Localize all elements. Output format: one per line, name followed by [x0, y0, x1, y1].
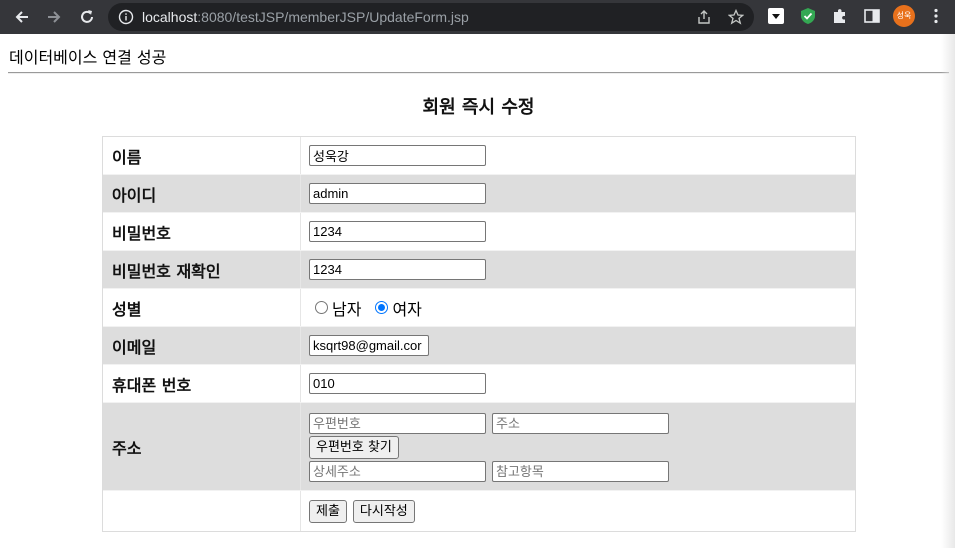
divider	[8, 72, 949, 74]
postcode-input[interactable]	[309, 412, 486, 434]
db-connection-status: 데이터베이스 연결 성공	[9, 48, 167, 67]
site-info-icon[interactable]	[118, 9, 134, 25]
id-input[interactable]	[309, 183, 486, 204]
kebab-menu-icon[interactable]	[927, 7, 945, 25]
gender-radio-group: 남자 여자	[309, 296, 430, 320]
share-icon[interactable]	[696, 9, 712, 25]
address-bar[interactable]: localhost:8080/testJSP/memberJSP/UpdateF…	[108, 3, 754, 31]
gender-male-label[interactable]: 남자	[332, 296, 361, 320]
name-input[interactable]	[309, 145, 486, 166]
bookmark-star-icon[interactable]	[728, 9, 744, 25]
row-name: 이름	[103, 137, 855, 175]
gender-female-radio[interactable]	[375, 301, 389, 314]
detail-address-input[interactable]	[309, 460, 486, 482]
gender-label: 성별	[103, 289, 301, 326]
password-confirm-input[interactable]	[309, 259, 486, 280]
row-phone: 휴대폰 번호	[103, 365, 855, 403]
address-fields: 우편번호 찾기	[309, 403, 669, 491]
back-icon[interactable]	[12, 7, 32, 27]
extension-download-icon[interactable]	[767, 7, 785, 25]
extra-address-input[interactable]	[492, 460, 669, 482]
reload-icon[interactable]	[77, 7, 97, 27]
gender-female-label[interactable]: 여자	[392, 296, 421, 320]
id-label: 아이디	[103, 175, 301, 212]
browser-toolbar: localhost:8080/testJSP/memberJSP/UpdateF…	[0, 0, 955, 34]
extension-shield-icon[interactable]	[799, 7, 817, 25]
password-label: 비밀번호	[103, 213, 301, 250]
row-password: 비밀번호	[103, 213, 855, 251]
member-update-form: 이름 아이디 비밀번호 비밀번호 재확인 성별 남자 여자	[102, 136, 856, 532]
row-actions: 제출 다시작성	[103, 491, 855, 531]
side-panel-icon[interactable]	[863, 7, 881, 25]
phone-label: 휴대폰 번호	[103, 365, 301, 402]
email-input[interactable]	[309, 335, 429, 356]
profile-avatar[interactable]: 성욱	[893, 5, 915, 27]
row-id: 아이디	[103, 175, 855, 213]
gender-male-radio[interactable]	[315, 301, 328, 314]
row-gender: 성별 남자 여자	[103, 289, 855, 327]
extensions-puzzle-icon[interactable]	[831, 7, 849, 25]
submit-button[interactable]: 제출	[309, 499, 347, 523]
password-confirm-label: 비밀번호 재확인	[103, 251, 301, 288]
row-password-confirm: 비밀번호 재확인	[103, 251, 855, 289]
phone-input[interactable]	[309, 373, 486, 394]
name-label: 이름	[103, 137, 301, 174]
email-label: 이메일	[103, 327, 301, 364]
actions-label-cell	[103, 491, 301, 531]
url-text: localhost:8080/testJSP/memberJSP/UpdateF…	[142, 9, 469, 25]
page-title: 회원 즉시 수정	[422, 97, 535, 118]
row-email: 이메일	[103, 327, 855, 365]
address-label: 주소	[103, 403, 301, 490]
forward-icon[interactable]	[44, 7, 64, 27]
row-address: 주소 우편번호 찾기	[103, 403, 855, 491]
reset-button[interactable]: 다시작성	[352, 499, 415, 523]
find-postcode-button[interactable]: 우편번호 찾기	[309, 435, 399, 459]
address-input[interactable]	[492, 412, 669, 434]
password-input[interactable]	[309, 221, 486, 242]
